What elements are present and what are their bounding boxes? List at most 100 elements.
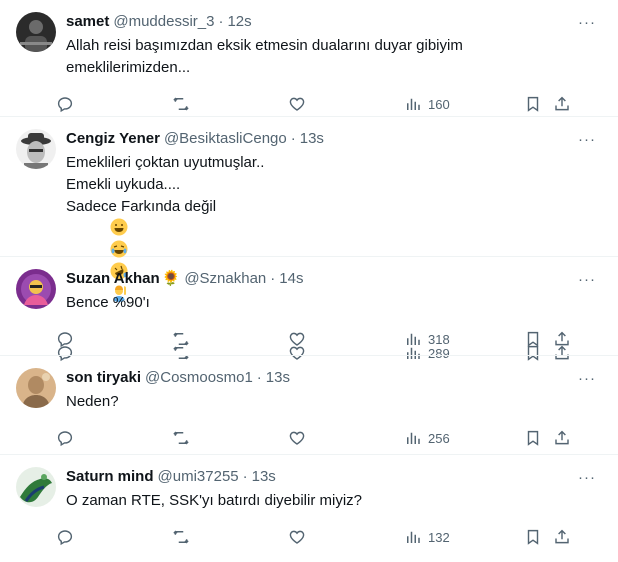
action-bar: 132 bbox=[0, 518, 602, 562]
share-button[interactable] bbox=[553, 527, 571, 547]
bookmark-icon bbox=[527, 430, 539, 446]
tweet-text-line: Emekli uykuda.... bbox=[66, 176, 181, 193]
retweet-button[interactable] bbox=[172, 428, 190, 448]
bookmark-icon bbox=[527, 96, 539, 112]
tweet-header: Cengiz Yener @BesiktasliCengo · 13s bbox=[66, 129, 602, 149]
bookmark-button[interactable] bbox=[524, 94, 542, 114]
like-button[interactable] bbox=[288, 527, 306, 547]
more-icon: ··· bbox=[578, 369, 596, 387]
retweet-icon bbox=[173, 530, 189, 544]
view-count: 256 bbox=[428, 430, 450, 446]
reply-button[interactable] bbox=[56, 428, 74, 448]
avatar[interactable] bbox=[16, 12, 56, 52]
timestamp[interactable]: 13s bbox=[252, 467, 276, 487]
views-button[interactable]: 318 bbox=[404, 329, 450, 349]
views-icon bbox=[407, 531, 420, 543]
reply-button[interactable] bbox=[56, 94, 74, 114]
tweet-text-line: Neden? bbox=[66, 393, 119, 410]
more-options-button[interactable]: ··· bbox=[576, 269, 598, 289]
tweet-text-line: Allah reisi başımızdan eksik etmesin dua… bbox=[66, 37, 463, 54]
retweet-button[interactable] bbox=[172, 329, 190, 349]
heart-icon bbox=[289, 97, 305, 111]
display-name[interactable]: Suzan Akhan bbox=[66, 269, 160, 289]
more-icon: ··· bbox=[578, 270, 596, 288]
share-button[interactable] bbox=[553, 428, 571, 448]
more-options-button[interactable]: ··· bbox=[576, 129, 598, 149]
separator-dot: · bbox=[290, 130, 296, 147]
tweet-header: son tiryaki @Cosmoosmo1 · 13s bbox=[66, 368, 602, 388]
bookmark-button[interactable] bbox=[524, 329, 542, 349]
retweet-icon bbox=[173, 97, 189, 111]
retweet-button[interactable] bbox=[172, 94, 190, 114]
views-button[interactable]: 256 bbox=[404, 428, 450, 448]
separator-dot: · bbox=[218, 13, 224, 30]
tweet-text-line: emeklilerimizden... bbox=[66, 59, 191, 76]
reply-icon bbox=[57, 530, 73, 546]
reply-tweet[interactable]: Suzan Akhan 🌻 @Sznakhan · 14s Bence %90'… bbox=[0, 257, 618, 356]
share-icon bbox=[555, 331, 569, 346]
avatar[interactable] bbox=[16, 129, 56, 169]
like-button[interactable] bbox=[288, 329, 306, 349]
user-handle[interactable]: @BesiktasliCengo bbox=[164, 129, 287, 149]
reply-button[interactable] bbox=[56, 329, 74, 349]
tears-of-joy-emoji bbox=[110, 240, 128, 258]
more-icon: ··· bbox=[578, 130, 596, 148]
tweet-text: Allah reisi başımızdan eksik etmesin dua… bbox=[66, 35, 602, 79]
bookmark-icon bbox=[527, 529, 539, 545]
tweet-header: samet @muddessir_3 · 12s bbox=[66, 12, 602, 32]
display-name[interactable]: Cengiz Yener bbox=[66, 129, 160, 149]
avatar[interactable] bbox=[16, 269, 56, 309]
sunflower-emoji: 🌻 bbox=[161, 270, 181, 287]
bookmark-icon bbox=[527, 331, 539, 347]
tweet-header: Suzan Akhan 🌻 @Sznakhan · 14s bbox=[66, 269, 602, 289]
reply-tweet[interactable]: Saturn mind @umi37255 · 13s O zaman RTE,… bbox=[0, 455, 618, 551]
reply-icon bbox=[57, 431, 73, 447]
retweet-icon bbox=[173, 431, 189, 445]
more-icon: ··· bbox=[578, 468, 596, 486]
display-name[interactable]: Saturn mind bbox=[66, 467, 154, 487]
avatar[interactable] bbox=[16, 368, 56, 408]
heart-icon bbox=[289, 530, 305, 544]
like-button[interactable] bbox=[288, 94, 306, 114]
grinning-face-emoji bbox=[110, 218, 128, 236]
views-icon bbox=[407, 432, 420, 444]
reply-tweet[interactable]: son tiryaki @Cosmoosmo1 · 13s Neden? 256… bbox=[0, 356, 618, 455]
bookmark-button[interactable] bbox=[524, 428, 542, 448]
like-button[interactable] bbox=[288, 428, 306, 448]
timestamp[interactable]: 14s bbox=[279, 269, 303, 289]
timestamp[interactable]: 13s bbox=[266, 368, 290, 388]
reply-icon bbox=[57, 97, 73, 113]
more-options-button[interactable]: ··· bbox=[576, 368, 598, 388]
tweet-text: Neden? bbox=[66, 391, 602, 413]
user-handle[interactable]: @Cosmoosmo1 bbox=[145, 368, 253, 388]
reply-button[interactable] bbox=[56, 527, 74, 547]
more-options-button[interactable]: ··· bbox=[576, 12, 598, 32]
retweet-button[interactable] bbox=[172, 527, 190, 547]
tweet-header: Saturn mind @umi37255 · 13s bbox=[66, 467, 602, 487]
reply-tweet[interactable]: Cengiz Yener @BesiktasliCengo · 13s Emek… bbox=[0, 117, 618, 362]
bookmark-button[interactable] bbox=[524, 527, 542, 547]
avatar[interactable] bbox=[16, 467, 56, 507]
views-button[interactable]: 132 bbox=[404, 527, 450, 547]
view-count: 318 bbox=[428, 331, 450, 347]
reply-icon bbox=[57, 332, 73, 348]
share-button[interactable] bbox=[553, 329, 571, 349]
display-name[interactable]: samet bbox=[66, 12, 109, 32]
more-icon: ··· bbox=[578, 13, 596, 31]
view-count: 160 bbox=[428, 96, 450, 112]
timestamp[interactable]: 13s bbox=[300, 129, 324, 149]
tweet-text-line: Emeklileri çoktan uyutmuşlar.. bbox=[66, 154, 265, 171]
views-button[interactable]: 160 bbox=[404, 94, 450, 114]
views-icon bbox=[407, 333, 420, 345]
user-handle[interactable]: @Sznakhan bbox=[184, 269, 266, 289]
view-count: 132 bbox=[428, 529, 450, 545]
display-name[interactable]: son tiryaki bbox=[66, 368, 141, 388]
user-handle[interactable]: @muddessir_3 bbox=[113, 12, 214, 32]
reply-feed: samet @muddessir_3 · 12s Allah reisi baş… bbox=[0, 0, 618, 551]
separator-dot: · bbox=[242, 468, 248, 485]
share-button[interactable] bbox=[553, 94, 571, 114]
user-handle[interactable]: @umi37255 bbox=[158, 467, 239, 487]
reply-tweet[interactable]: samet @muddessir_3 · 12s Allah reisi baş… bbox=[0, 0, 618, 117]
more-options-button[interactable]: ··· bbox=[576, 467, 598, 487]
timestamp[interactable]: 12s bbox=[227, 12, 251, 32]
